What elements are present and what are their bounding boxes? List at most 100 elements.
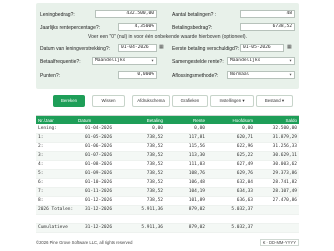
loan-date-input[interactable]: 01-04-2026 (118, 44, 157, 52)
table-row (36, 214, 299, 224)
table-cell (255, 205, 299, 215)
settings-label: Instellingen (219, 98, 242, 103)
amort-method-select[interactable]: Normaal (227, 71, 295, 79)
table-cell: 01-04-2026 (76, 124, 121, 134)
num-payments-input[interactable]: 48 (240, 10, 295, 18)
table-cell: 1: (36, 133, 76, 143)
table-row: 3: 01-07-2026 738,52 113,30 625,22 30.629,11 (36, 151, 299, 161)
table-cell: 627,49 (207, 160, 255, 170)
table-cell: 738,52 (121, 196, 165, 206)
table-cell: 8: (36, 196, 76, 206)
calendar-icon[interactable]: ▦ (287, 45, 292, 50)
charts-button[interactable]: Grafieken (172, 95, 208, 107)
table-row: 8: 01-12-2026 738,52 101,89 636,63 27.470,86 (36, 196, 299, 206)
table-cell (255, 214, 299, 224)
col-header-nr: Nr./Jaar (36, 116, 76, 124)
table-cell: 0,00 (165, 124, 207, 134)
table-cell (207, 214, 255, 224)
table-row: 4: 01-08-2026 738,52 111,03 627,49 30.003,62 (36, 160, 299, 170)
table-cell: 101,89 (165, 196, 207, 206)
num-payments-label: Aantal betalingen? : (172, 12, 217, 18)
table-cell: 01-12-2026 (76, 196, 121, 206)
table-cell: 31.879,29 (255, 133, 299, 143)
calculate-button[interactable]: Bereken (53, 95, 85, 107)
table-cell: 28.107,49 (255, 187, 299, 197)
chevron-down-icon: ▾ (281, 98, 285, 103)
col-header-balance: Saldo (255, 116, 299, 124)
table-cell: 32.500,00 (255, 124, 299, 134)
table-cell: 6: (36, 178, 76, 188)
table-cell: 01-05-2026 (76, 133, 121, 143)
table-row: 7: 01-11-2026 738,52 104,19 634,33 28.107,49 (36, 187, 299, 197)
table-cell: 31-12-2026 (76, 223, 121, 233)
table-cell: 115,56 (165, 142, 207, 152)
col-header-interest: Rente (165, 116, 207, 124)
table-cell: 01-06-2026 (76, 142, 121, 152)
payment-amount-input[interactable]: 6738,52 (240, 23, 295, 31)
table-cell: 01-09-2026 (76, 169, 121, 179)
table-row: Lening: 01-04-2026 0,00 0,00 0,00 32.500,00 (36, 124, 299, 134)
about-button[interactable]: Bestand ▾ (256, 95, 293, 107)
table-cell: 4: (36, 160, 76, 170)
col-header-principal: Hoofdsom (207, 116, 255, 124)
print-schedule-button[interactable]: Afdrukschema (132, 95, 170, 107)
table-cell: 5.032,37 (207, 205, 255, 215)
table-cell (76, 214, 121, 224)
table-cell: 625,22 (207, 151, 255, 161)
table-cell: 2026 Totalen: (36, 205, 76, 215)
footer: ©2026 Pine Grove Software LLC, all right… (36, 238, 299, 247)
table-cell: 01-08-2026 (76, 160, 121, 170)
table-cell: 30.003,62 (255, 160, 299, 170)
table-cell: Lening: (36, 124, 76, 134)
table-cell: 5.032,37 (207, 223, 255, 233)
interest-label: Jaarlijks rentepercentage?: (40, 25, 101, 31)
table-row: Cumulatieve 31-12-2026 5.911,36 879,02 5.032… (36, 223, 299, 233)
first-payment-input[interactable]: 01-05-2026 (240, 44, 284, 52)
table-cell: 104,19 (165, 187, 207, 197)
table-row: 2: 01-06-2026 738,52 115,56 622,96 31.256,33 (36, 142, 299, 152)
table-cell (36, 214, 76, 224)
table-cell: 5.911,36 (121, 205, 165, 215)
table-cell: 117,81 (165, 133, 207, 143)
table-cell (165, 214, 207, 224)
table-cell: 5: (36, 169, 76, 179)
table-cell: 738,52 (121, 160, 165, 170)
payment-amount-label: Betalingsbedrag?: (172, 25, 213, 31)
table-cell: 622,96 (207, 142, 255, 152)
amortization-table: Nr./Jaar Datum Betaling Rente Hoofdsom S… (36, 115, 299, 233)
table-cell: 5.911,36 (121, 223, 165, 233)
table-cell: 108,76 (165, 169, 207, 179)
settings-button[interactable]: Instellingen ▾ (210, 95, 254, 107)
table-cell: 28.741,82 (255, 178, 299, 188)
table-row: 6: 01-10-2026 738,52 106,48 632,04 28.741,82 (36, 178, 299, 188)
amort-method-label: Aflossingsmethode?: (172, 73, 219, 79)
table-cell: 7: (36, 187, 76, 197)
first-payment-label: Eerste betaling verschuldigd?: (172, 46, 239, 52)
table-cell: 113,30 (165, 151, 207, 161)
col-header-payment: Betaling (121, 116, 165, 124)
table-cell: 31-12-2026 (76, 205, 121, 215)
table-cell: 31.256,33 (255, 142, 299, 152)
chevron-down-icon: ▾ (242, 98, 245, 103)
payment-freq-select[interactable]: Maandelijks (92, 57, 157, 65)
table-cell: 738,52 (121, 169, 165, 179)
loan-amount-input[interactable]: 432.500,00 (95, 10, 157, 18)
copyright-text: ©2026 Pine Grove Software LLC, all right… (36, 240, 133, 245)
table-cell: 3: (36, 151, 76, 161)
compound-freq-select[interactable]: Maandelijks (227, 57, 295, 65)
table-cell: 738,52 (121, 142, 165, 152)
calendar-icon[interactable]: ▦ (159, 45, 164, 50)
table-cell: 620,71 (207, 133, 255, 143)
payment-freq-label: Betaalfrequentie?: (40, 59, 81, 65)
table-cell: 29.373,86 (255, 169, 299, 179)
table-cell: 636,63 (207, 196, 255, 206)
table-cell: Cumulatieve (36, 223, 76, 233)
date-format-label: DD-MM-YYYY (269, 240, 296, 245)
clear-button[interactable]: Wissen (92, 95, 125, 107)
interest-input[interactable]: 4,3500% (118, 23, 157, 31)
table-cell: 01-11-2026 (76, 187, 121, 197)
points-input[interactable]: 0,000% (118, 71, 157, 79)
table-cell: 629,76 (207, 169, 255, 179)
table-cell: 30.629,11 (255, 151, 299, 161)
date-format-select[interactable]: € · DD-MM-YYYY (259, 239, 299, 246)
